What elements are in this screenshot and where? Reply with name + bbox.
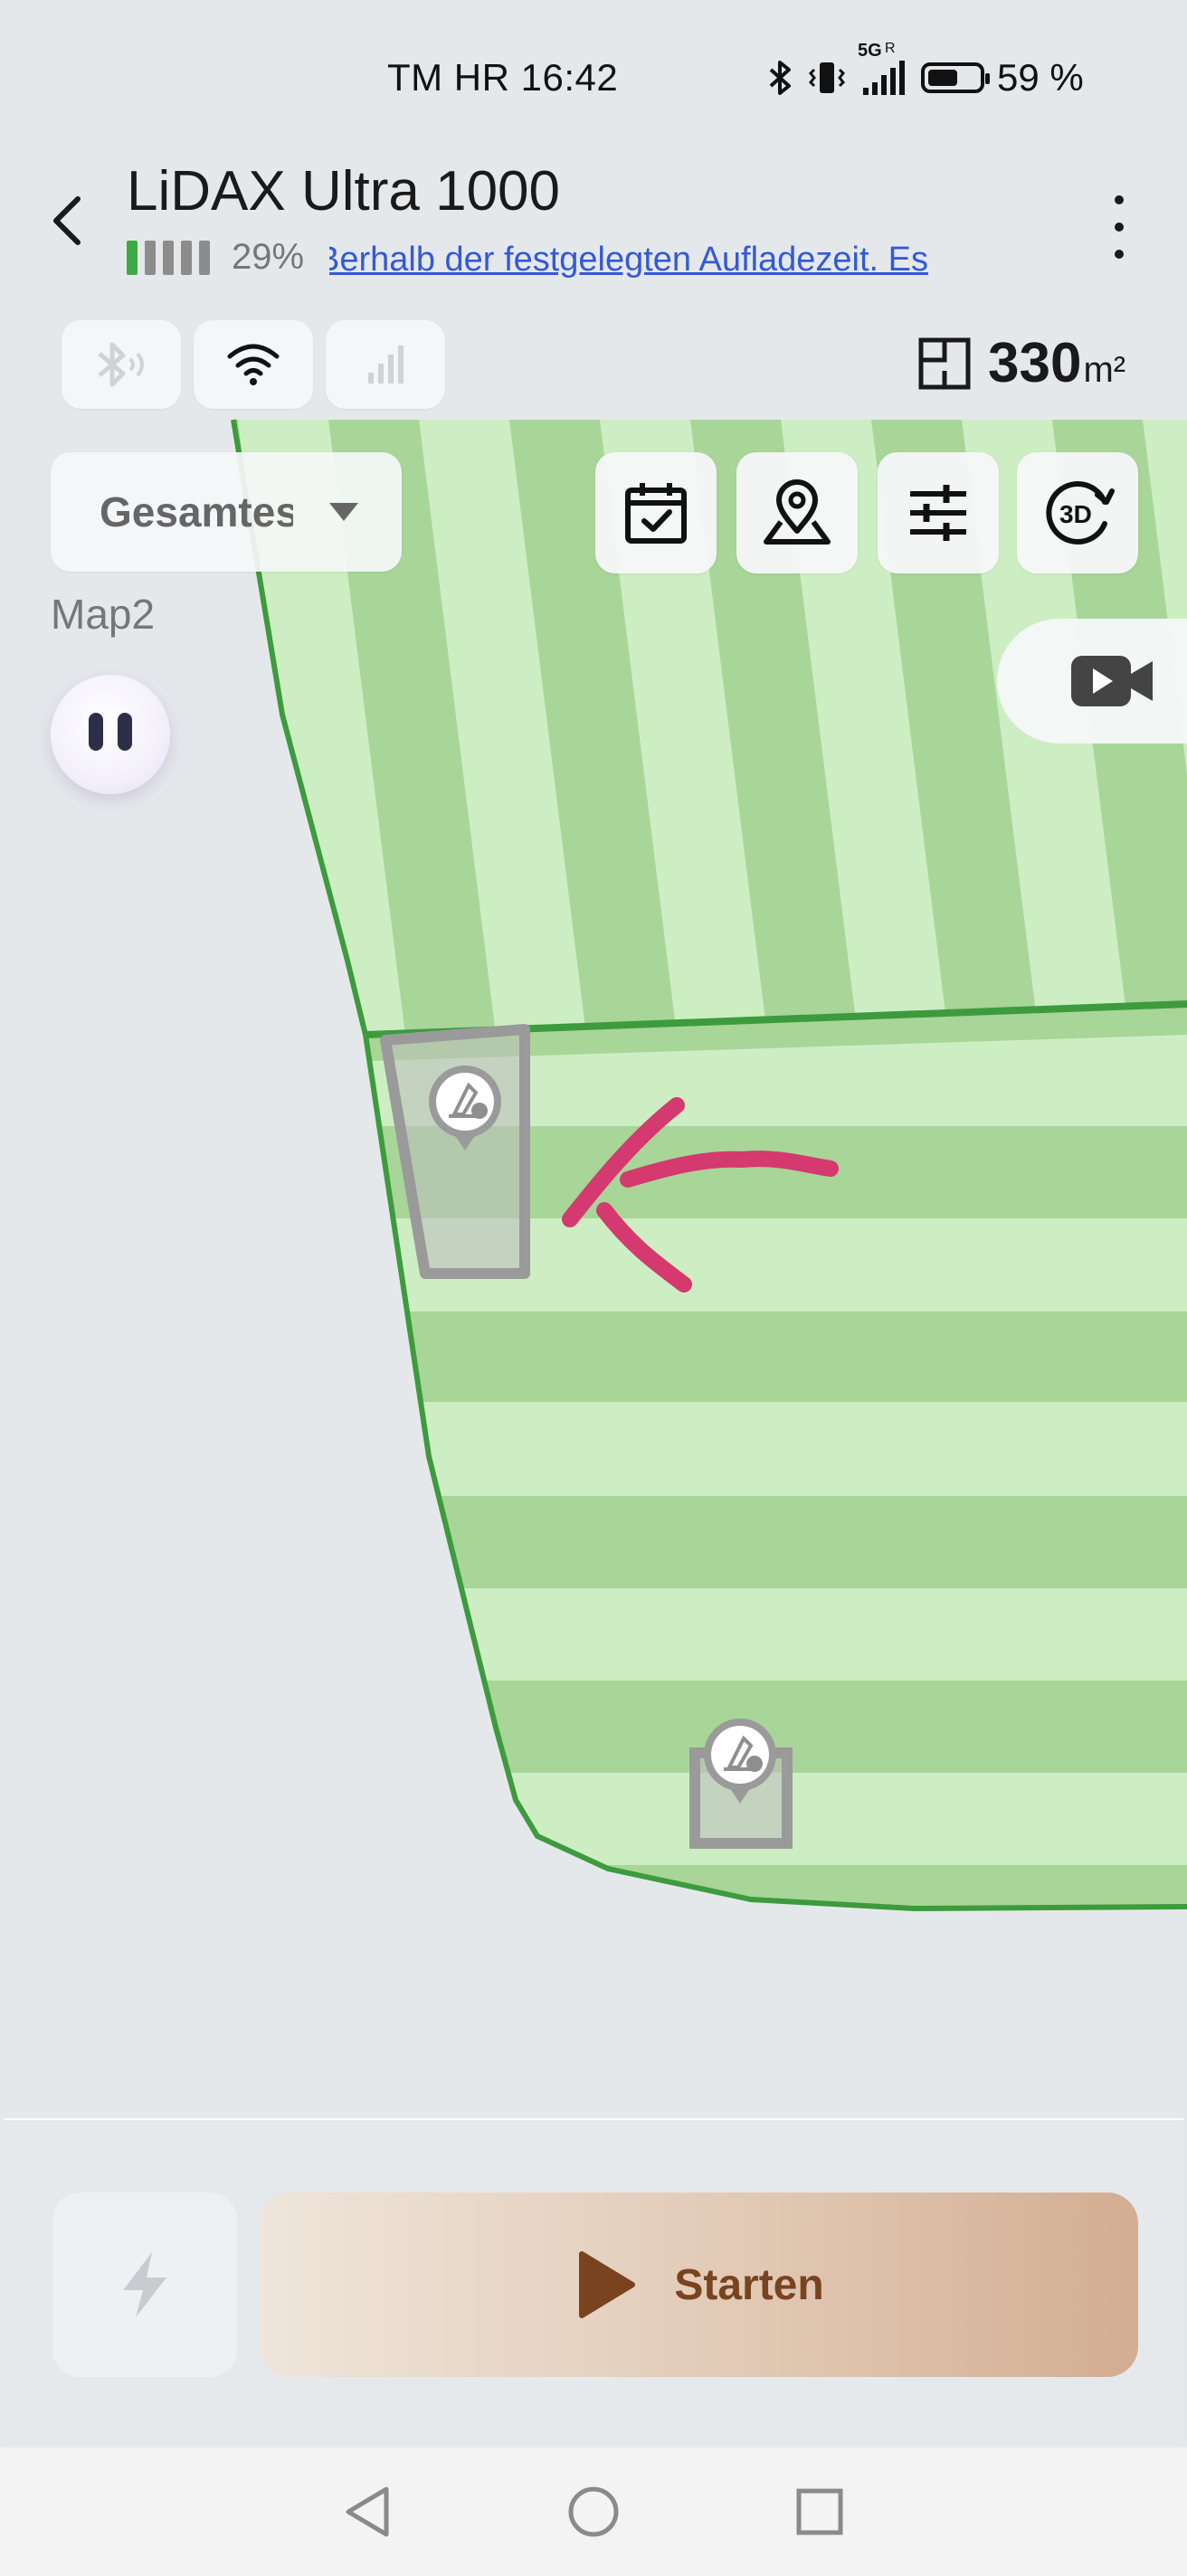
nav-home-button[interactable]	[566, 2485, 621, 2539]
status-icons: 5G R 59 %	[767, 41, 1084, 99]
view-3d-button[interactable]: 3D	[1017, 452, 1138, 573]
return-to-charge-button[interactable]	[52, 2192, 237, 2377]
control-panel: Starten	[4, 2118, 1183, 2448]
status-message[interactable]: Berhalb der festgelegten Aufladezeit. Es	[329, 241, 928, 279]
lightning-icon	[123, 2252, 166, 2317]
clock: 16:42	[520, 56, 619, 99]
more-options-button[interactable]	[1097, 195, 1142, 259]
caret-down-icon[interactable]	[329, 503, 358, 521]
nav-back-button[interactable]	[340, 2485, 394, 2539]
back-button[interactable]	[40, 185, 94, 257]
nav-recents-button[interactable]	[793, 2485, 847, 2539]
3d-view-icon: 3D	[1046, 481, 1115, 545]
avatar-eye	[89, 713, 103, 751]
zone-dropdown[interactable]: Gesamtes	[51, 452, 402, 572]
lawn-area: 330 m²	[916, 331, 1125, 395]
avatar-eye	[118, 713, 132, 751]
mower-battery-segment	[181, 240, 192, 275]
mower-battery-percent: 29%	[232, 237, 305, 277]
battery-fill	[928, 70, 957, 86]
more-options-icon	[1115, 195, 1124, 204]
sliders-icon	[910, 485, 966, 541]
battery-percent: 59 %	[997, 56, 1084, 99]
settings-button[interactable]	[878, 452, 999, 573]
device-title: LiDAX Ultra 1000	[127, 160, 561, 223]
wifi-icon	[227, 344, 280, 385]
mower-battery: 29%	[127, 237, 304, 278]
mower-battery-segment	[127, 240, 138, 275]
start-button[interactable]: Starten	[261, 2192, 1138, 2377]
mower-battery-segment	[199, 240, 210, 275]
map-pin-icon	[764, 479, 831, 545]
back-arrow-icon[interactable]	[49, 194, 85, 248]
floor-plan-icon	[918, 337, 971, 389]
more-options-dot	[1115, 223, 1124, 232]
carrier-label: TM HR	[387, 56, 510, 99]
battery-icon	[921, 62, 990, 93]
status-bar: TM HR 16:42 5G R 59 %	[0, 0, 1187, 154]
mower-battery-segment	[145, 240, 156, 275]
device-header: LiDAX Ultra 1000 29% Berhalb der festgel…	[0, 154, 1187, 289]
map-name: Map2	[51, 591, 156, 638]
calendar-check-icon	[625, 483, 687, 544]
nav-back-icon	[346, 2486, 389, 2537]
system-nav-bar	[0, 2448, 1187, 2576]
nav-recents-icon	[796, 2488, 843, 2535]
mower-battery-segment	[163, 240, 174, 275]
bluetooth-icon	[767, 59, 794, 97]
svg-text:3D: 3D	[1059, 500, 1092, 528]
vibrate-icon	[807, 59, 847, 97]
zone-dropdown-label[interactable]: Gesamtes	[100, 488, 293, 536]
cellular-status[interactable]	[326, 320, 445, 409]
area-value: 330	[988, 332, 1082, 394]
video-play-icon	[1071, 656, 1153, 706]
more-options-dot	[1115, 250, 1124, 259]
cellular-signal-icon	[368, 346, 404, 384]
network-type: 5G	[858, 41, 882, 61]
status-time: TM HR 16:42	[387, 56, 618, 99]
camera-view-button[interactable]	[997, 619, 1187, 743]
connectivity-row	[62, 320, 445, 409]
signal-icon: 5G R	[858, 41, 908, 97]
roaming-indicator: R	[885, 41, 896, 56]
bluetooth-status[interactable]	[62, 320, 181, 409]
schedule-button[interactable]	[595, 452, 717, 573]
start-button-label[interactable]: Starten	[674, 2260, 823, 2310]
assistant-avatar[interactable]	[51, 675, 170, 794]
nav-home-icon	[568, 2486, 619, 2537]
bluetooth-signal-icon	[98, 342, 144, 387]
map-edit-button[interactable]	[736, 452, 858, 573]
mower-battery-bar	[127, 240, 210, 275]
play-icon	[579, 2251, 636, 2318]
wifi-status[interactable]	[194, 320, 313, 409]
status-message-marquee[interactable]: Berhalb der festgelegten Aufladezeit. Es	[329, 237, 1030, 280]
area-unit: m²	[1083, 350, 1126, 390]
